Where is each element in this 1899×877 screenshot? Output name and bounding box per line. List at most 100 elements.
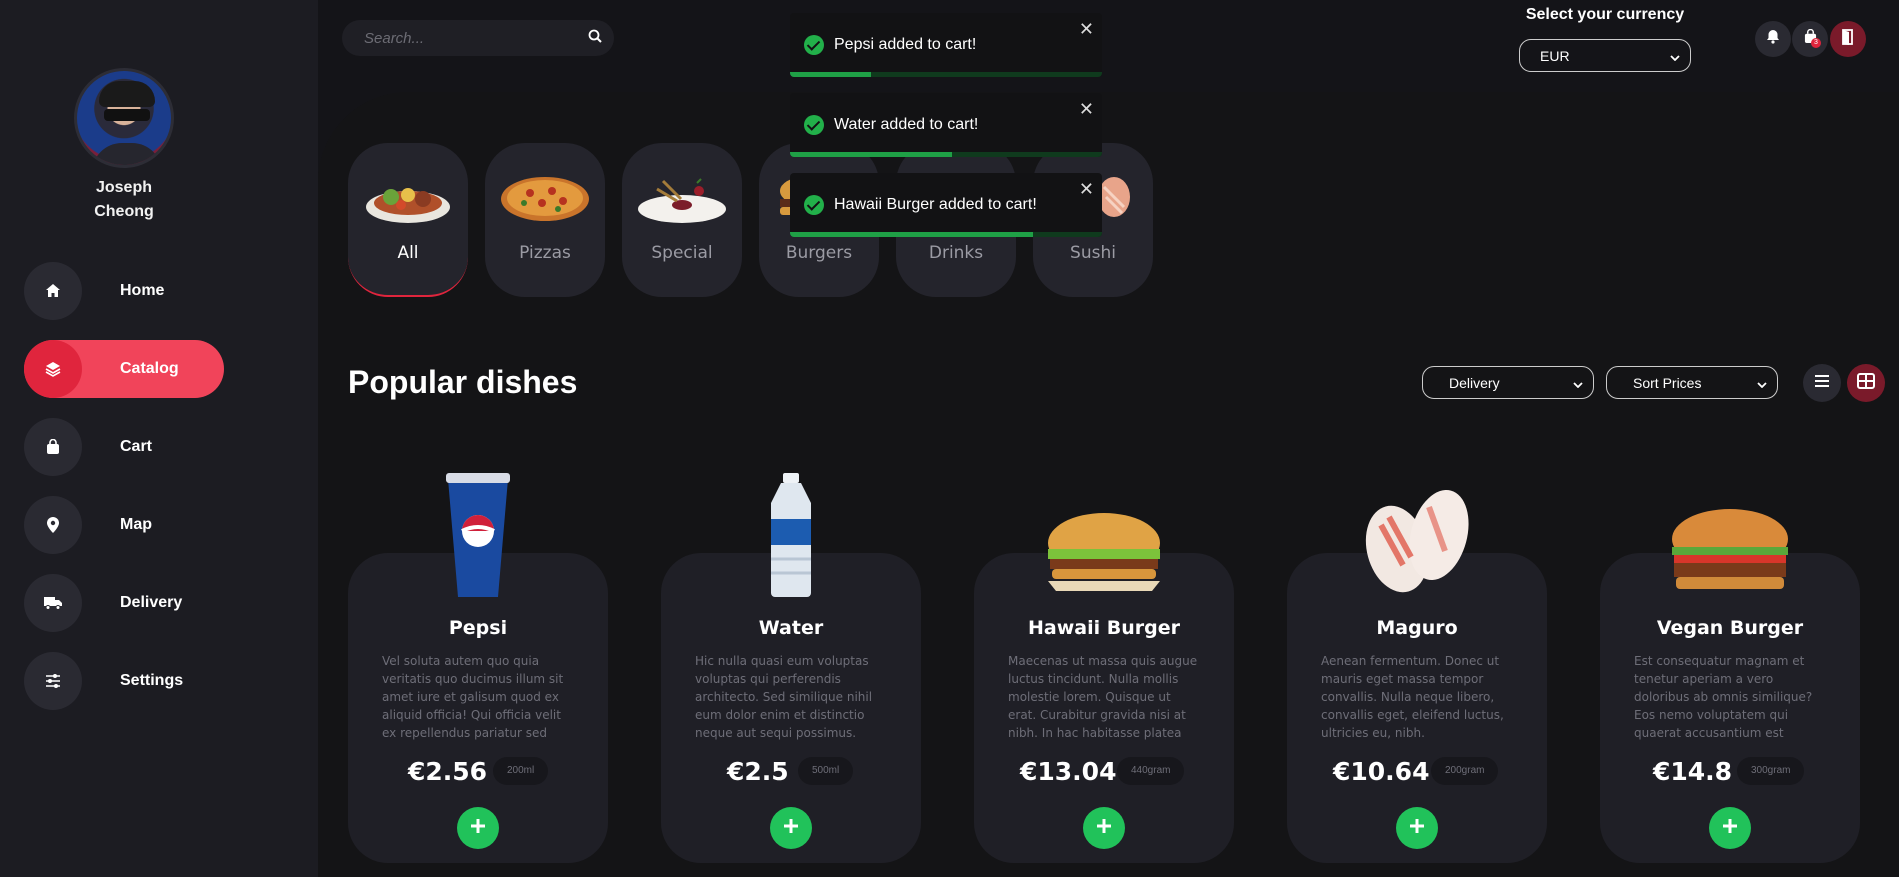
toast-progress-bar — [790, 72, 872, 77]
pizza-image — [501, 177, 589, 221]
toast-progress-bar — [790, 152, 953, 157]
close-icon[interactable]: ✕ — [1079, 179, 1094, 200]
dish-card: Maguro Aenean fermentum. Donec ut mauris… — [1287, 489, 1547, 863]
sidebar-item-map[interactable]: Map — [24, 496, 224, 554]
toast-progress-track — [790, 72, 1102, 77]
hawaii-burger-image — [1048, 513, 1160, 591]
close-icon[interactable]: ✕ — [1079, 99, 1094, 120]
toast-progress-track — [790, 232, 1102, 237]
logout-button[interactable] — [1830, 21, 1866, 57]
search-input[interactable] — [364, 29, 588, 47]
category-label: Special — [651, 243, 713, 263]
home-icon — [24, 262, 82, 320]
add-to-cart-button[interactable] — [457, 807, 499, 849]
currency-label: Select your currency — [1525, 6, 1685, 23]
check-circle-icon — [804, 35, 824, 55]
chevron-down-icon — [1757, 375, 1767, 391]
plus-icon — [1721, 817, 1739, 840]
section-title: Popular dishes — [348, 364, 578, 400]
toast-notification: Water added to cart! ✕ — [790, 93, 1102, 157]
layers-icon — [24, 340, 82, 398]
notification-button[interactable] — [1755, 21, 1791, 57]
sidebar-item-cart[interactable]: Cart — [24, 418, 224, 476]
toast-notification: Pepsi added to cart! ✕ — [790, 13, 1102, 77]
dish-size-badge: 200ml — [493, 757, 549, 785]
dish-card: Water Hic nulla quasi eum voluptas volup… — [661, 473, 921, 863]
dish-size-badge: 500ml — [798, 757, 854, 785]
dish-size-badge: 440gram — [1117, 757, 1185, 785]
list-view-button[interactable] — [1803, 364, 1841, 402]
sidebar-item-label: Map — [120, 516, 152, 533]
dish-description: Vel soluta autem quo quia veritatis quo … — [382, 654, 564, 740]
close-icon[interactable]: ✕ — [1079, 19, 1094, 40]
currency-select[interactable]: EUR — [1519, 39, 1691, 72]
dish-name: Water — [758, 617, 824, 639]
add-to-cart-button[interactable] — [1083, 807, 1125, 849]
check-circle-icon — [804, 115, 824, 135]
dish-name: Maguro — [1376, 617, 1458, 639]
bell-icon — [1766, 29, 1780, 49]
category-all[interactable]: All — [348, 143, 468, 297]
toast-notification: Hawaii Burger added to cart! ✕ — [790, 173, 1102, 237]
sidebar-item-label: Catalog — [120, 360, 179, 377]
delivery-select[interactable]: Delivery — [1422, 366, 1594, 399]
plus-icon — [469, 817, 487, 840]
mixed-platter-image — [366, 188, 450, 223]
chevron-down-icon — [1670, 48, 1680, 64]
dish-size-badge: 200gram — [1431, 757, 1499, 785]
sort-select-value: Sort Prices — [1633, 374, 1702, 391]
sidebar-item-home[interactable]: Home — [24, 262, 224, 320]
sidebar: Joseph Cheong Home Catalog Cart Map Deli… — [0, 0, 318, 877]
currency-value: EUR — [1540, 47, 1570, 64]
user-name: Joseph Cheong — [94, 179, 154, 220]
toast-message: Water added to cart! — [834, 116, 979, 133]
category-label: Burgers — [785, 243, 853, 263]
sidebar-item-label: Delivery — [120, 594, 183, 611]
dish-card: Vegan Burger Est consequatur magnam et t… — [1600, 509, 1860, 863]
category-label: Sushi — [1070, 243, 1116, 263]
toast-message: Hawaii Burger added to cart! — [834, 196, 1037, 213]
category-label: Pizzas — [519, 243, 571, 263]
delivery-select-value: Delivery — [1449, 374, 1500, 391]
sidebar-item-delivery[interactable]: Delivery — [24, 574, 224, 632]
list-icon — [1814, 374, 1830, 393]
dish-name: Pepsi — [448, 617, 508, 639]
add-to-cart-button[interactable] — [1396, 807, 1438, 849]
category-special[interactable]: Special — [622, 143, 742, 297]
special-dish-image — [638, 178, 726, 223]
toast-message: Pepsi added to cart! — [834, 36, 977, 53]
category-label: Drinks — [928, 243, 984, 263]
cart-button[interactable]: 3 — [1792, 21, 1828, 57]
avatar[interactable] — [74, 68, 174, 168]
dish-price: €10.64 — [1333, 757, 1430, 786]
dish-description: Hic nulla quasi eum voluptas voluptas qu… — [695, 654, 873, 740]
sort-prices-select[interactable]: Sort Prices — [1606, 366, 1778, 399]
dish-price: €2.5 — [727, 757, 789, 786]
plus-icon — [1408, 817, 1426, 840]
grid-icon — [1857, 372, 1875, 394]
add-to-cart-button[interactable] — [770, 807, 812, 849]
add-to-cart-button[interactable] — [1709, 807, 1751, 849]
dish-description: Maecenas ut massa quis augue luctus tinc… — [1008, 654, 1198, 740]
sidebar-item-catalog[interactable]: Catalog — [24, 340, 224, 398]
search-icon[interactable] — [588, 29, 602, 48]
cart-count-badge: 3 — [1811, 38, 1821, 48]
chevron-down-icon — [1573, 375, 1583, 391]
sidebar-item-settings[interactable]: Settings — [24, 652, 224, 710]
dish-name: Hawaii Burger — [1028, 617, 1180, 639]
plus-icon — [782, 817, 800, 840]
grid-view-button[interactable] — [1847, 364, 1885, 402]
map-pin-icon — [24, 496, 82, 554]
search-bar[interactable] — [342, 20, 614, 56]
category-label: All — [397, 243, 419, 263]
pepsi-cup-image — [446, 473, 510, 597]
plus-icon — [1095, 817, 1113, 840]
maguro-sushi-image — [1365, 489, 1469, 593]
category-pizzas[interactable]: Pizzas — [485, 143, 605, 297]
bag-icon — [24, 418, 82, 476]
sidebar-item-label: Settings — [120, 672, 184, 689]
sidebar-item-label: Cart — [120, 438, 153, 455]
dish-description: Aenean fermentum. Donec ut mauris eget m… — [1321, 654, 1504, 740]
dish-price: €2.56 — [408, 757, 488, 786]
dish-price: €14.8 — [1653, 757, 1733, 786]
